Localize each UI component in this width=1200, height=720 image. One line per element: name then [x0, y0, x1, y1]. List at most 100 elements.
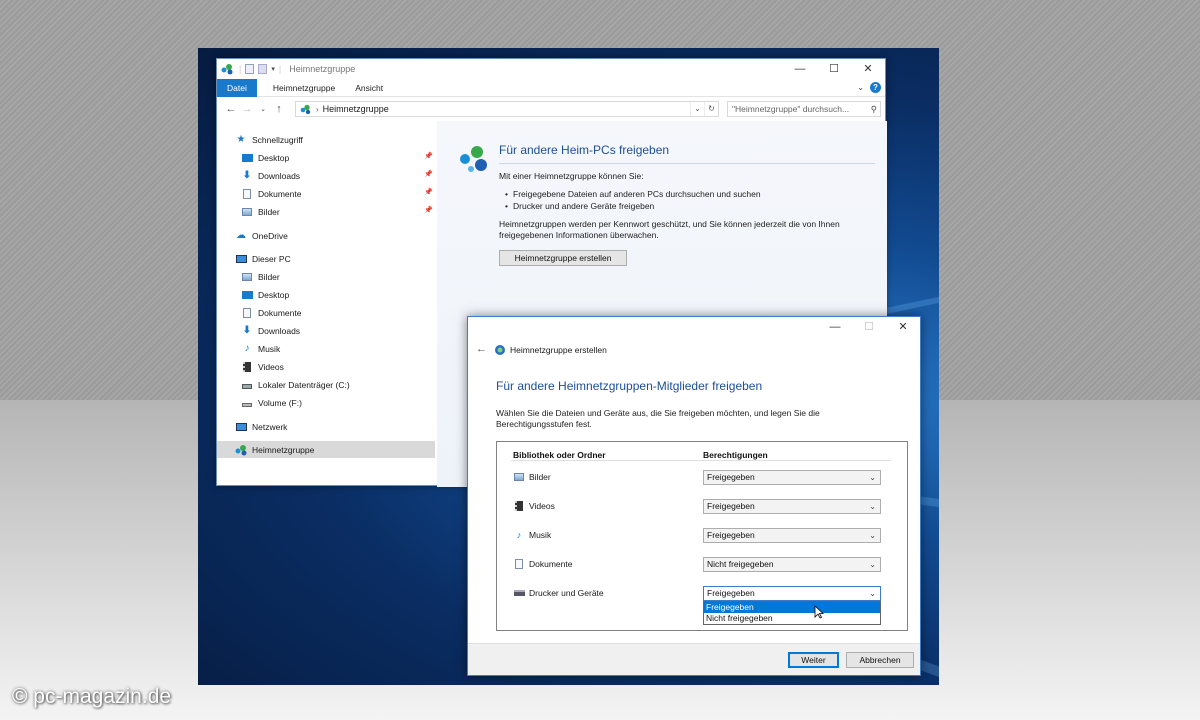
recent-locations-icon[interactable]: ⌄ — [255, 105, 271, 113]
title-bar: | ▾ | Heimnetzgruppe — ☐ ✕ — [217, 59, 885, 79]
nav-quick-pictures[interactable]: Bilder 📌 — [217, 203, 435, 220]
maximize-button[interactable]: ☐ — [817, 59, 851, 79]
search-placeholder: "Heimnetzgruppe" durchsuch... — [732, 104, 850, 114]
ribbon-tabs: Datei Heimnetzgruppe Ansicht ⌄ ? — [217, 78, 885, 97]
refresh-icon[interactable]: ↻ — [704, 102, 718, 116]
pin-icon: 📌 — [424, 189, 433, 196]
film-icon — [241, 361, 253, 373]
nav-drive-c[interactable]: Lokaler Datenträger (C:) — [217, 376, 435, 393]
permission-select-printers[interactable]: Freigegeben ⌄ — [703, 586, 881, 601]
tab-heimnetzgruppe[interactable]: Heimnetzgruppe — [263, 79, 345, 97]
nav-label: Videos — [258, 361, 284, 372]
navigation-pane: ★ Schnellzugriff Desktop 📌 ⬇ Downloads 📌… — [217, 121, 437, 487]
create-homegroup-dialog: — ☐ ✕ ← Heimnetzgruppe erstellen Für and… — [467, 316, 921, 676]
address-dropdown-icon[interactable]: ⌄ — [690, 102, 704, 116]
pin-icon: 📌 — [424, 207, 433, 214]
tab-datei[interactable]: Datei — [217, 78, 257, 97]
select-value: Freigegeben — [707, 472, 755, 482]
cancel-button[interactable]: Abbrechen — [846, 652, 914, 668]
nav-pc-videos[interactable]: Videos — [217, 358, 435, 375]
expand-ribbon-icon[interactable]: ⌄ — [857, 83, 864, 92]
address-row: ← → ⌄ ↑ › Heimnetzgruppe ⌄ ↻ "Heimnetzgr… — [217, 98, 885, 120]
next-button[interactable]: Weiter — [788, 652, 839, 668]
nav-pc-music[interactable]: ♪ Musik — [217, 340, 435, 357]
nav-label: Dokumente — [258, 307, 302, 318]
dialog-header: Heimnetzgruppe erstellen — [510, 345, 607, 355]
sharing-table: Bibliothek oder Ordner Berechtigungen Bi… — [496, 441, 908, 631]
help-icon[interactable]: ? — [870, 82, 881, 93]
permission-select-documents[interactable]: Nicht freigegeben ⌄ — [703, 557, 881, 572]
pin-icon: 📌 — [424, 171, 433, 178]
close-button[interactable]: ✕ — [851, 59, 885, 79]
music-note-icon: ♪ — [244, 343, 250, 354]
nav-quick-downloads[interactable]: ⬇ Downloads 📌 — [217, 167, 435, 184]
note-text: Heimnetzgruppen werden per Kennwort gesc… — [499, 219, 840, 229]
document-icon — [241, 307, 253, 319]
row-label-videos: Videos — [529, 501, 555, 511]
separator: | — [239, 64, 242, 74]
nav-label: Lokaler Datenträger (C:) — [258, 379, 350, 390]
forward-arrow-icon[interactable]: → — [239, 103, 255, 115]
nav-label: Dieser PC — [252, 253, 291, 264]
close-button[interactable]: ✕ — [886, 317, 920, 337]
new-folder-icon[interactable] — [258, 64, 268, 74]
separator: | — [278, 64, 282, 74]
permission-select-pictures[interactable]: Freigegeben ⌄ — [703, 470, 881, 485]
drive-icon — [241, 397, 253, 409]
dialog-window-controls: — ☐ ✕ — [818, 317, 920, 337]
nav-pc-pictures[interactable]: Bilder — [217, 268, 435, 285]
nav-onedrive[interactable]: ☁ OneDrive — [217, 227, 435, 244]
list-item: Freigegebene Dateien auf anderen PCs dur… — [505, 189, 761, 199]
desktop-screenshot: | ▾ | Heimnetzgruppe — ☐ ✕ Datei Heimnet… — [198, 48, 939, 685]
back-arrow-icon[interactable]: ← — [223, 103, 239, 115]
homegroup-icon — [300, 104, 311, 114]
nav-quick-access[interactable]: ★ Schnellzugriff — [217, 131, 435, 148]
nav-pc-desktop[interactable]: Desktop — [217, 286, 435, 303]
minimize-button[interactable]: — — [818, 317, 852, 337]
address-bar[interactable]: › Heimnetzgruppe ⌄ ↻ — [295, 101, 719, 117]
properties-icon[interactable] — [245, 64, 255, 74]
column-header-library: Bibliothek oder Ordner — [513, 450, 606, 460]
download-arrow-icon: ⬇ — [242, 325, 252, 336]
nav-label: Volume (F:) — [258, 397, 302, 408]
nav-network[interactable]: Netzwerk — [217, 418, 435, 435]
row-label-printers: Drucker und Geräte — [529, 588, 604, 598]
breadcrumb-chevron-icon[interactable]: › — [316, 105, 319, 114]
address-bar-buttons: ⌄ ↻ — [690, 102, 718, 116]
select-value: Freigegeben — [707, 530, 755, 540]
select-value: Freigegeben — [707, 588, 755, 598]
printer-icon — [513, 587, 525, 599]
chevron-down-icon: ⌄ — [869, 560, 876, 569]
nav-pc-downloads[interactable]: ⬇ Downloads — [217, 322, 435, 339]
nav-label: Bilder — [258, 271, 280, 282]
create-homegroup-button[interactable]: Heimnetzgruppe erstellen — [499, 250, 627, 266]
nav-homegroup[interactable]: Heimnetzgruppe — [217, 441, 435, 458]
music-note-icon: ♪ — [516, 530, 522, 540]
nav-this-pc[interactable]: Dieser PC — [217, 250, 435, 267]
minimize-button[interactable]: — — [783, 59, 817, 79]
nav-label: Bilder — [258, 206, 280, 217]
nav-drive-f[interactable]: Volume (F:) — [217, 394, 435, 411]
header-divider — [511, 460, 891, 461]
chevron-down-icon: ⌄ — [869, 502, 876, 511]
dialog-footer: Weiter Abbrechen — [468, 643, 920, 675]
up-arrow-icon[interactable]: ↑ — [271, 103, 287, 115]
dropdown-option-shared[interactable]: Freigegeben — [704, 602, 880, 613]
customize-qat-icon[interactable]: ▾ — [271, 65, 275, 73]
note-text: freigegebenen Informationen überwachen. — [499, 230, 659, 240]
nav-label: Schnellzugriff — [252, 134, 303, 145]
permission-select-music[interactable]: Freigegeben ⌄ — [703, 528, 881, 543]
homegroup-icon — [235, 444, 247, 455]
search-input[interactable]: "Heimnetzgruppe" durchsuch... ⚲ — [727, 101, 881, 117]
pin-icon: 📌 — [424, 153, 433, 160]
document-icon — [513, 558, 525, 570]
tab-ansicht[interactable]: Ansicht — [345, 79, 393, 97]
dropdown-option-not-shared[interactable]: Nicht freigegeben — [704, 613, 880, 624]
nav-quick-documents[interactable]: Dokumente 📌 — [217, 185, 435, 202]
window-controls: — ☐ ✕ — [783, 59, 885, 79]
nav-pc-documents[interactable]: Dokumente — [217, 304, 435, 321]
nav-quick-desktop[interactable]: Desktop 📌 — [217, 149, 435, 166]
back-arrow-icon[interactable]: ← — [476, 343, 487, 355]
permission-select-videos[interactable]: Freigegeben ⌄ — [703, 499, 881, 514]
dialog-title: Für andere Heimnetzgruppen-Mitglieder fr… — [496, 379, 763, 393]
